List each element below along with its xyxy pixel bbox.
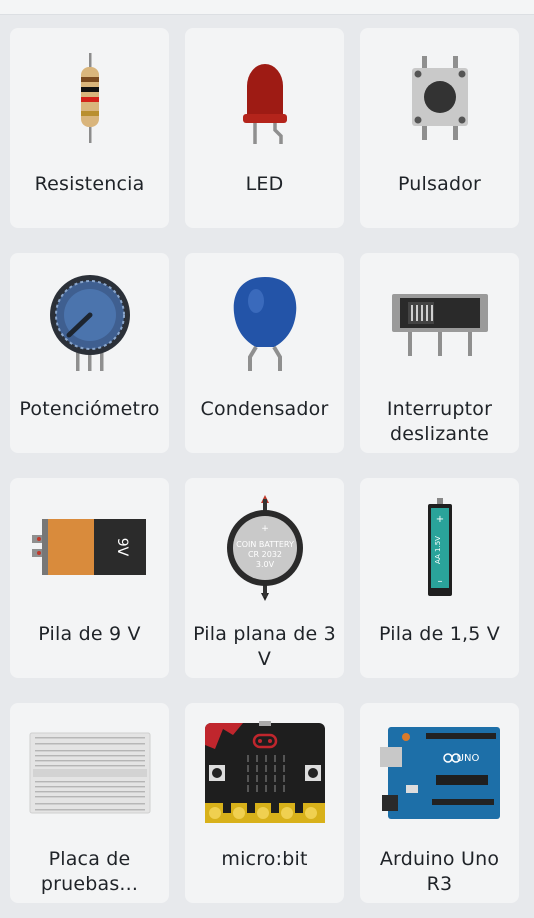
component-card-coin-battery[interactable]: + COIN BATTERY CR 2032 3.0V Pila plana d… (185, 478, 344, 678)
component-label: Arduino Uno R3 (379, 848, 500, 895)
component-label: micro:bit (221, 848, 308, 870)
battery-aa-icon: + – AA 1.5V (360, 478, 519, 618)
svg-text:–: – (437, 576, 442, 587)
battery-9v-text: 9V (114, 538, 130, 557)
component-card-pushbutton[interactable]: Pulsador (360, 28, 519, 228)
coin-battery-text-1: COIN BATTERY (236, 540, 294, 549)
component-label: Pila de 1,5 V (379, 623, 500, 645)
breadboard-icon (10, 703, 169, 843)
arduino-uno-icon: UNO (360, 703, 519, 843)
slide-switch-icon (360, 253, 519, 393)
component-label: Resistencia (34, 173, 145, 195)
component-label: Placa de pruebas... (40, 848, 139, 895)
microbit-icon (185, 703, 344, 843)
battery-9v-icon: 9V (10, 478, 169, 618)
potentiometer-icon (10, 253, 169, 393)
component-card-potentiometer[interactable]: Potenciómetro (10, 253, 169, 453)
component-label: Potenciómetro (19, 398, 160, 420)
component-label: Pila de 9 V (38, 623, 141, 645)
coin-battery-text-2: CR 2032 (247, 550, 281, 559)
svg-text:+: + (435, 514, 443, 525)
component-card-battery-9v[interactable]: 9V Pila de 9 V (10, 478, 169, 678)
component-card-battery-aa[interactable]: + – AA 1.5V Pila de 1,5 V (360, 478, 519, 678)
component-card-microbit[interactable]: micro:bit (185, 703, 344, 903)
component-label: LED (245, 173, 284, 195)
component-card-arduino-uno[interactable]: UNO Arduino Uno R3 (360, 703, 519, 903)
component-card-led[interactable]: LED (185, 28, 344, 228)
pushbutton-icon (360, 28, 519, 168)
coin-battery-icon: + COIN BATTERY CR 2032 3.0V (185, 478, 344, 618)
component-card-slide-switch[interactable]: Interruptor deslizante (360, 253, 519, 453)
svg-text:+: + (261, 524, 269, 534)
top-bar (0, 0, 534, 15)
resistor-icon (10, 28, 169, 168)
component-label: Condensador (200, 398, 329, 420)
component-label: Pila plana de 3 V (193, 623, 336, 670)
component-card-breadboard[interactable]: Placa de pruebas... (10, 703, 169, 903)
battery-aa-text: AA 1.5V (434, 536, 442, 564)
coin-battery-text-3: 3.0V (255, 560, 274, 569)
component-label: Interruptor deslizante (386, 398, 493, 445)
component-card-capacitor[interactable]: Condensador (185, 253, 344, 453)
led-icon (185, 28, 344, 168)
component-card-resistor[interactable]: Resistencia (10, 28, 169, 228)
component-label: Pulsador (397, 173, 482, 195)
capacitor-icon (185, 253, 344, 393)
